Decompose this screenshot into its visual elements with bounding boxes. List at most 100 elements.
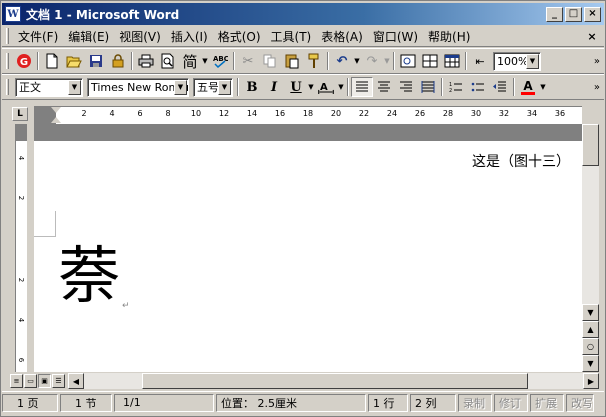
horizontal-scroll-thumb[interactable] xyxy=(142,373,528,389)
svg-text:2: 2 xyxy=(449,88,452,93)
horizontal-scrollbar[interactable]: ◀ ▶ xyxy=(68,373,599,389)
menu-bar: 文件(F) 编辑(E) 视图(V) 插入(I) 格式(O) 工具(T) 表格(A… xyxy=(2,26,604,47)
font-select[interactable]: Times New Roman ▼ xyxy=(87,77,189,97)
ruler-tick: 12 xyxy=(218,109,230,118)
new-document-icon[interactable] xyxy=(41,51,63,71)
outline-view-icon[interactable]: ☰ xyxy=(52,374,65,388)
vertical-scroll-thumb[interactable] xyxy=(582,124,599,166)
chevron-down-icon[interactable]: ▼ xyxy=(201,57,209,65)
distributed-align-button[interactable] xyxy=(417,77,439,97)
chevron-down-icon[interactable]: ▼ xyxy=(307,83,315,91)
tab-selector-button[interactable]: L xyxy=(12,107,28,121)
document-close-button[interactable]: × xyxy=(584,29,600,43)
text-boundary-marker xyxy=(34,211,56,237)
horizontal-ruler[interactable]: 2 4 6 8 10 12 14 16 18 20 22 24 26 28 30 32 34 36 xyxy=(34,106,582,124)
web-layout-icon[interactable]: ▭ xyxy=(24,374,37,388)
chevron-down-icon[interactable]: ▼ xyxy=(383,57,391,65)
align-justify-button[interactable] xyxy=(351,77,373,97)
underline-button[interactable]: U xyxy=(285,77,307,97)
chevron-down-icon[interactable]: ▼ xyxy=(539,83,547,91)
status-record[interactable]: 录制 xyxy=(458,393,492,412)
undo-icon[interactable]: ↶ xyxy=(331,51,353,71)
paste-icon[interactable] xyxy=(281,51,303,71)
status-overtype[interactable]: 改写 xyxy=(566,393,594,412)
simplified-chinese-icon[interactable]: 简 xyxy=(179,51,201,71)
maximize-button[interactable]: □ xyxy=(565,6,582,22)
redo-icon[interactable]: ↷ xyxy=(361,51,383,71)
permission-icon[interactable] xyxy=(107,51,129,71)
toolbar-options-icon[interactable]: » xyxy=(594,82,600,93)
vertical-scrollbar[interactable]: ▼ ▲ ○ ▼ xyxy=(582,124,599,372)
word-window: W 文档 1 - Microsoft Word _ □ × 文件(F) 编辑(E… xyxy=(0,0,606,417)
scroll-right-arrow[interactable]: ▶ xyxy=(583,373,599,389)
chevron-down-icon[interactable]: ▼ xyxy=(337,83,345,91)
document-page[interactable]: 这是（图十三） 萘 ↵ xyxy=(34,141,582,372)
window-title: 文档 1 - Microsoft Word xyxy=(26,7,180,22)
chevron-down-icon[interactable]: ▼ xyxy=(218,79,231,95)
italic-button[interactable]: I xyxy=(263,77,285,97)
status-track-changes[interactable]: 修订 xyxy=(494,393,528,412)
chevron-down-icon[interactable]: ▼ xyxy=(353,57,361,65)
menu-tools[interactable]: 工具(T) xyxy=(266,28,317,45)
numbering-icon[interactable]: 12 xyxy=(445,77,467,97)
menu-edit[interactable]: 编辑(E) xyxy=(63,28,114,45)
insert-hyperlink-icon[interactable] xyxy=(397,51,419,71)
separator xyxy=(441,78,443,96)
insert-table-icon[interactable] xyxy=(441,51,463,71)
show-hide-icon[interactable]: ⇤ xyxy=(469,51,491,71)
decrease-indent-icon[interactable] xyxy=(489,77,511,97)
next-page-button[interactable]: ▼ xyxy=(582,355,599,372)
align-center-button[interactable] xyxy=(373,77,395,97)
save-icon[interactable] xyxy=(85,51,107,71)
select-browse-object-button[interactable]: ○ xyxy=(582,338,599,355)
print-preview-icon[interactable] xyxy=(157,51,179,71)
format-painter-icon[interactable] xyxy=(303,51,325,71)
menu-view[interactable]: 视图(V) xyxy=(114,28,166,45)
zoom-select[interactable]: 100% ▼ xyxy=(493,51,541,71)
scroll-left-arrow[interactable]: ◀ xyxy=(68,373,84,389)
font-color-bar xyxy=(521,91,535,95)
normal-view-icon[interactable]: ≡ xyxy=(10,374,23,388)
align-right-button[interactable] xyxy=(395,77,417,97)
toolbar-grip[interactable] xyxy=(6,79,9,95)
chevron-down-icon[interactable]: ▼ xyxy=(174,79,187,95)
menu-help[interactable]: 帮助(H) xyxy=(423,28,475,45)
vertical-ruler[interactable]: 4 2 2 4 6 xyxy=(10,124,30,372)
status-page: 1 页 xyxy=(2,393,58,412)
tables-borders-icon[interactable] xyxy=(419,51,441,71)
title-bar[interactable]: W 文档 1 - Microsoft Word _ □ × xyxy=(2,3,604,25)
previous-page-button[interactable]: ▲ xyxy=(582,321,599,338)
standard-toolbar: G 简 ▼ ABC ✂ ↶ ▼ ↷ ▼ ⇤ 100% ▼ » xyxy=(2,48,604,74)
toolbar-grip[interactable] xyxy=(6,28,9,44)
word-app-icon[interactable]: W xyxy=(5,6,21,22)
minimize-button[interactable]: _ xyxy=(546,6,563,22)
scroll-down-arrow[interactable]: ▼ xyxy=(582,304,599,321)
menu-window[interactable]: 窗口(W) xyxy=(368,28,423,45)
font-color-icon[interactable]: A xyxy=(517,77,539,97)
open-folder-icon[interactable] xyxy=(63,51,85,71)
status-position: 位置： 2.5厘米 xyxy=(216,393,366,412)
style-select[interactable]: 正文 ▼ xyxy=(15,77,83,97)
bullets-icon[interactable] xyxy=(467,77,489,97)
toolbar-grip[interactable] xyxy=(6,53,9,69)
menu-file[interactable]: 文件(F) xyxy=(13,28,63,45)
chevron-down-icon[interactable]: ▼ xyxy=(526,53,539,69)
bold-button[interactable]: B xyxy=(241,77,263,97)
menu-insert[interactable]: 插入(I) xyxy=(166,28,213,45)
close-button[interactable]: × xyxy=(584,6,601,22)
status-extend[interactable]: 扩展 xyxy=(530,393,564,412)
font-size-select[interactable]: 五号 ▼ xyxy=(193,77,233,97)
menu-format[interactable]: 格式(O) xyxy=(213,28,266,45)
print-icon[interactable] xyxy=(135,51,157,71)
character-spacing-icon[interactable]: A xyxy=(315,77,337,97)
cut-icon[interactable]: ✂ xyxy=(237,51,259,71)
print-layout-icon[interactable]: ▣ xyxy=(38,374,51,388)
hanging-indent-marker[interactable] xyxy=(51,117,61,123)
wps-logo-icon[interactable]: G xyxy=(13,51,35,71)
copy-icon[interactable] xyxy=(259,51,281,71)
toolbar-options-icon[interactable]: » xyxy=(594,56,600,67)
first-line-indent-marker[interactable] xyxy=(51,107,61,113)
chevron-down-icon[interactable]: ▼ xyxy=(68,79,81,95)
menu-table[interactable]: 表格(A) xyxy=(316,28,368,45)
spelling-check-icon[interactable]: ABC xyxy=(209,51,231,71)
